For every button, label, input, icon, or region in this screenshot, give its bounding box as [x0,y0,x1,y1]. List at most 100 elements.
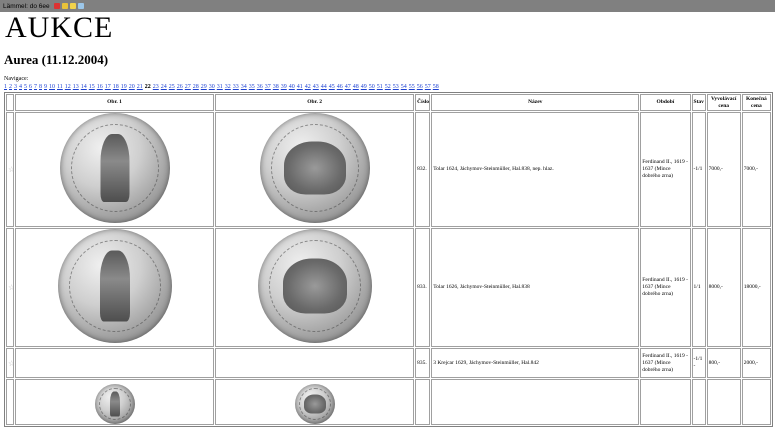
star-icon[interactable] [69,3,76,9]
final-price: 18000,- [741,228,771,347]
star-column-header [6,94,15,111]
page-link[interactable]: 55 [409,84,415,90]
lot-period: Ferdinand II., 1619 - 1637 (Mince dobréh… [640,112,691,227]
page-link[interactable]: 29 [201,84,207,90]
page-link[interactable]: 44 [321,84,327,90]
mail-icon[interactable] [77,3,84,9]
final-price-column-header: Konečná cena [741,94,771,111]
page-link[interactable]: 50 [369,84,375,90]
lot-number: 835. [415,348,431,378]
final-price [741,379,771,425]
page-link[interactable]: 33 [233,84,239,90]
page-link[interactable]: 53 [393,84,399,90]
coin-reverse-image[interactable] [259,113,370,223]
page-link[interactable]: 58 [433,84,439,90]
page-link[interactable]: 31 [217,84,223,90]
page-link[interactable]: 7 [34,84,37,90]
page-link[interactable]: 22 [145,84,151,90]
lot-name: 3 Krejcar 1629, Jáchymov-Steinmüller, Ha… [431,348,640,378]
page-link[interactable]: 16 [97,84,103,90]
page-link[interactable]: 3 [14,84,17,90]
navigation-label: Navigace: [4,76,29,82]
table-row: ☆ 835.3 Krejcar 1629, Jáchymov-Steinmülle… [6,348,771,378]
page-link[interactable]: 57 [425,84,431,90]
page-link[interactable]: 52 [385,84,391,90]
page-link[interactable]: 11 [57,84,63,90]
condition-column-header: Stav [691,94,706,111]
page-link[interactable]: 43 [313,84,319,90]
page-link[interactable]: 35 [249,84,255,90]
page-link[interactable]: 23 [153,84,159,90]
start-price: 7000,- [706,112,741,227]
page-title: AUKCE [5,11,114,44]
favorite-star-icon[interactable]: ☆ [6,112,15,227]
page-link[interactable]: 38 [273,84,279,90]
page-link[interactable]: 10 [49,84,55,90]
page-link[interactable]: 40 [289,84,295,90]
image1-cell [15,228,215,347]
page-link[interactable]: 21 [137,84,143,90]
lot-number: 832. [415,112,431,227]
minimize-icon[interactable] [61,3,68,9]
page-link[interactable]: 15 [89,84,95,90]
coin-reverse-image[interactable] [257,229,372,343]
image2-cell [215,379,415,425]
page-link[interactable]: 46 [337,84,343,90]
page-link[interactable]: 27 [185,84,191,90]
page-link[interactable]: 14 [81,84,87,90]
page-link[interactable]: 13 [73,84,79,90]
page-link[interactable]: 20 [129,84,135,90]
image1-cell [15,348,215,378]
page-link[interactable]: 1 [4,84,7,90]
page-link[interactable]: 49 [361,84,367,90]
lot-name: Tolar 1626, Jáchymov-Steinmüller, Hal.83… [431,228,640,347]
page-link[interactable]: 12 [65,84,71,90]
auction-table: Obr. 1 Obr. 2 Číslo Název Období Stav Vyvoláva… [4,92,773,427]
page-link[interactable]: 41 [297,84,303,90]
page-link[interactable]: 9 [44,84,47,90]
page-link[interactable]: 8 [39,84,42,90]
page-link[interactable]: 37 [265,84,271,90]
page-link[interactable]: 28 [193,84,199,90]
page-link[interactable]: 34 [241,84,247,90]
page-link[interactable]: 4 [19,84,22,90]
coin-reverse-image[interactable] [294,384,335,424]
page-link[interactable]: 45 [329,84,335,90]
favorite-star-icon[interactable] [6,379,15,425]
coin-obverse-image[interactable] [59,113,170,223]
page-link[interactable]: 24 [161,84,167,90]
lot-number [415,379,431,425]
page-link[interactable]: 18 [113,84,119,90]
page-link[interactable]: 2 [9,84,12,90]
coin-obverse-image[interactable] [57,229,172,343]
page-link[interactable]: 36 [257,84,263,90]
favorite-star-icon[interactable]: ☆ [6,228,15,347]
final-price: 7000,- [741,112,771,227]
image1-cell [15,379,215,425]
page-link[interactable]: 17 [105,84,111,90]
lot-condition [691,379,706,425]
favorite-star-icon[interactable]: ☆ [6,348,15,378]
page-link[interactable]: 42 [305,84,311,90]
page-link[interactable]: 47 [345,84,351,90]
page-link[interactable]: 51 [377,84,383,90]
coin-obverse-image[interactable] [94,384,135,424]
page-link[interactable]: 39 [281,84,287,90]
lot-condition: -1/1 - [691,348,706,378]
page-link[interactable]: 32 [225,84,231,90]
page-link[interactable]: 30 [209,84,215,90]
page-link[interactable]: 54 [401,84,407,90]
lot-condition: -1/1 [691,112,706,227]
page-link[interactable]: 6 [29,84,32,90]
lot-period: Ferdinand II., 1619 - 1637 (Mince dobréh… [640,228,691,347]
image2-cell [215,228,415,347]
close-icon[interactable] [53,3,60,9]
page-link[interactable]: 48 [353,84,359,90]
page-link[interactable]: 5 [24,84,27,90]
lot-period: Ferdinand II., 1619 - 1637 (Mince dobréh… [640,348,691,378]
page-link[interactable]: 25 [169,84,175,90]
page-link[interactable]: 26 [177,84,183,90]
table-row: ☆ 832.Tolar 1624, Jáchymov-Steinmüller, H… [6,112,771,227]
page-link[interactable]: 56 [417,84,423,90]
page-link[interactable]: 19 [121,84,127,90]
